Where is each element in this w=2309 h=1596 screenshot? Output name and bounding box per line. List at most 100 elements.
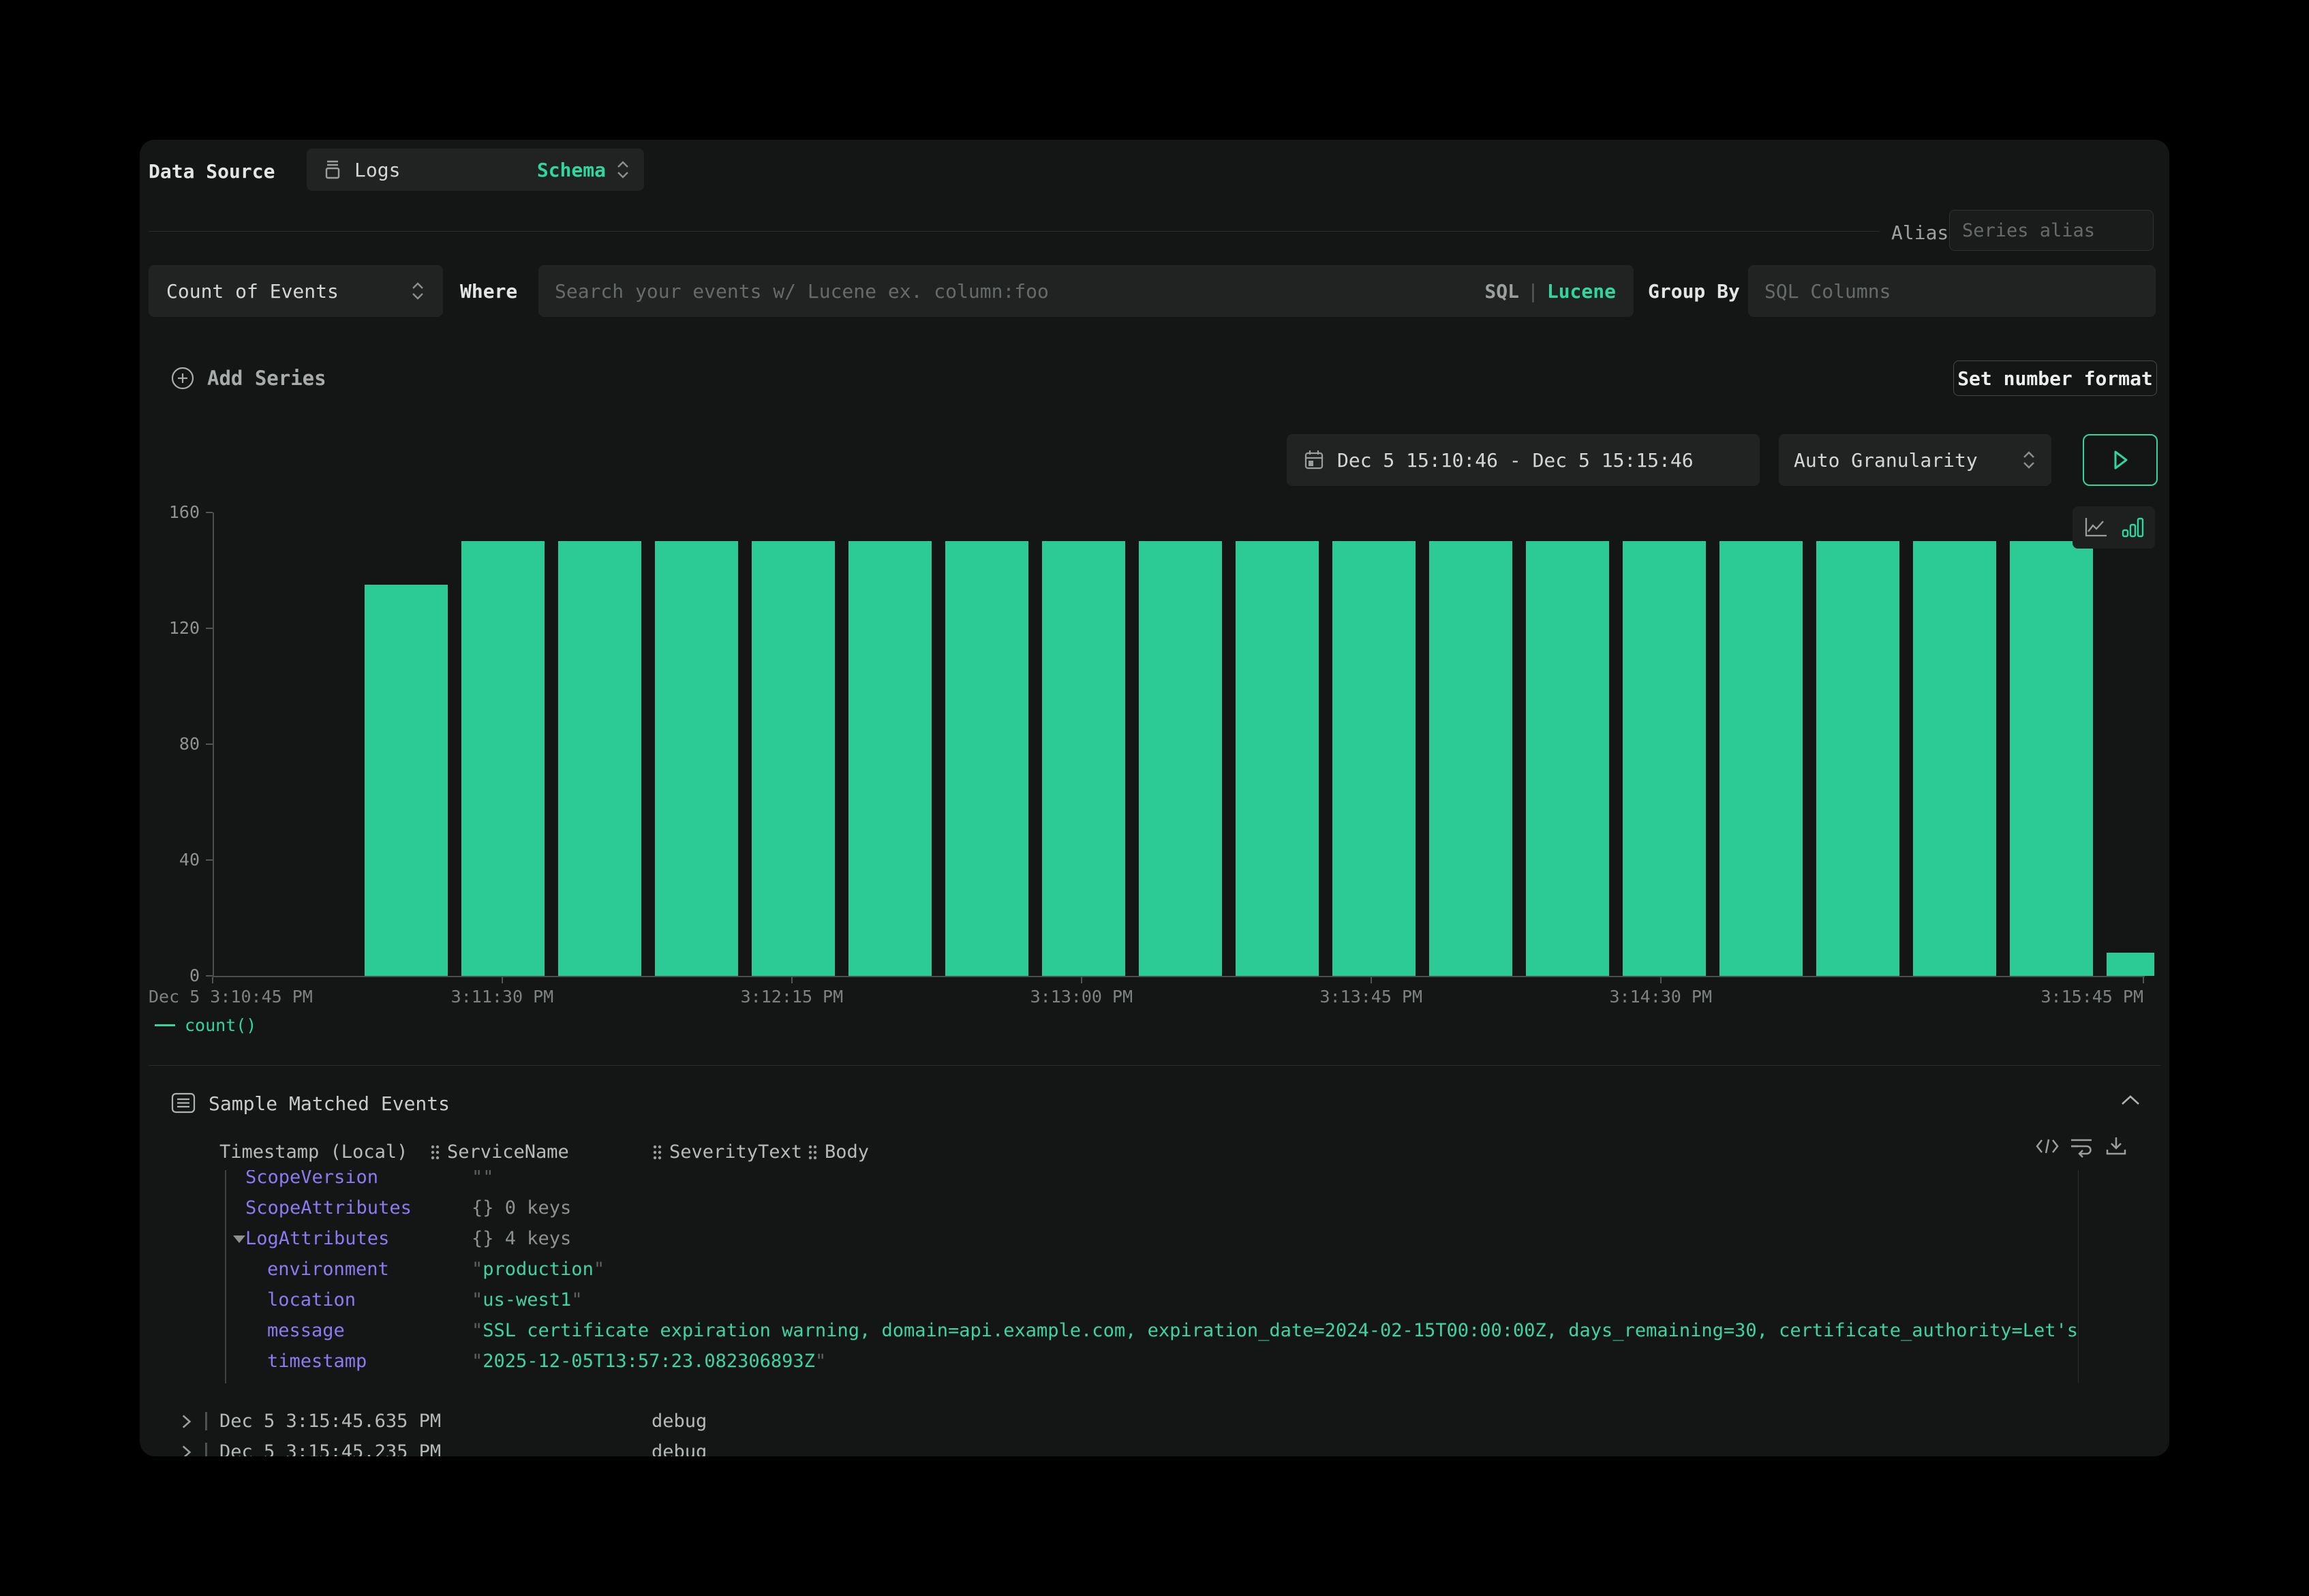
event-severity: debug — [652, 1437, 707, 1456]
download-icon[interactable] — [2104, 1135, 2128, 1158]
chart-bar[interactable] — [558, 541, 641, 976]
y-axis-tick-label: 40 — [140, 849, 200, 871]
chart-bar[interactable] — [2107, 953, 2154, 976]
drag-handle-icon[interactable] — [807, 1143, 818, 1162]
detail-key: ScopeAttributes — [245, 1193, 412, 1223]
expand-chevron-icon[interactable] — [179, 1413, 194, 1430]
chart-bar[interactable] — [1913, 541, 1996, 976]
detail-badge: {} 4 keys — [472, 1223, 571, 1254]
chart-bar[interactable] — [1332, 541, 1416, 976]
drag-handle-icon[interactable] — [652, 1143, 662, 1162]
chart-bar[interactable] — [1623, 541, 1706, 976]
y-axis-tick — [206, 628, 213, 629]
event-row[interactable]: Dec 5 3:15:45.235 PM debug — [140, 1437, 2169, 1456]
x-axis-tick — [1371, 977, 1372, 983]
chart-bar[interactable] — [1816, 541, 1899, 976]
x-axis-tick — [791, 977, 793, 983]
column-label: Body — [825, 1141, 869, 1163]
log-detail-row[interactable]: timestamp "2025-12-05T13:57:23.082306893Z… — [226, 1346, 2078, 1377]
chart-bar[interactable] — [1429, 541, 1512, 976]
chart-bar[interactable] — [2010, 541, 2093, 976]
detail-key: timestamp — [267, 1346, 367, 1377]
detail-value: "2025-12-05T13:57:23.082306893Z" — [472, 1346, 826, 1377]
bar-chart-icon[interactable] — [2120, 516, 2146, 539]
log-detail-rows: ScopeVersion""ScopeAttributes{} 0 keysLo… — [226, 1170, 2078, 1377]
severity-indicator — [205, 1443, 207, 1456]
y-axis-tick-label: 120 — [140, 617, 200, 639]
event-severity: debug — [652, 1406, 707, 1437]
x-axis-tick-label: 3:12:15 PM — [741, 987, 844, 1007]
events-divider — [149, 1065, 2160, 1066]
chart-bar[interactable] — [1526, 541, 1609, 976]
detail-key: LogAttributes — [245, 1223, 389, 1254]
wrap-text-icon[interactable] — [2068, 1135, 2094, 1158]
x-axis-tick-label: 3:13:45 PM — [1320, 987, 1423, 1007]
column-header-severitytext[interactable]: SeverityText — [652, 1141, 802, 1163]
detail-value: "production" — [472, 1254, 605, 1285]
log-detail-row[interactable]: ScopeVersion "" — [226, 1170, 2078, 1193]
detail-key: location — [267, 1285, 356, 1315]
detail-badge: {} 0 keys — [472, 1193, 571, 1223]
chart-bar[interactable] — [655, 541, 738, 976]
event-timestamp: Dec 5 3:15:45.635 PM — [219, 1406, 441, 1437]
log-detail-panel: ScopeVersion""ScopeAttributes{} 0 keysLo… — [225, 1170, 2079, 1383]
x-axis-tick-label: 3:13:00 PM — [1030, 987, 1133, 1007]
chart-bar[interactable] — [1139, 541, 1222, 976]
chart-bar[interactable] — [1719, 541, 1803, 976]
x-axis-tick-label: 3:11:30 PM — [451, 987, 554, 1007]
chart-bar[interactable] — [1236, 541, 1319, 976]
legend-series-name: count() — [185, 1015, 256, 1035]
chart-bar[interactable] — [752, 541, 835, 976]
log-detail-row[interactable]: environment "production" — [226, 1254, 2078, 1285]
line-chart-icon[interactable] — [2082, 515, 2109, 540]
chart-bar[interactable] — [1042, 541, 1125, 976]
code-view-icon[interactable] — [2034, 1135, 2060, 1158]
x-axis-tick — [212, 977, 213, 983]
log-detail-row[interactable]: ScopeAttributes {} 0 keys — [226, 1193, 2078, 1223]
detail-key: environment — [267, 1254, 389, 1285]
chart-bar[interactable] — [848, 541, 932, 976]
x-axis-tick — [1660, 977, 1662, 983]
column-header-servicename[interactable]: ServiceName — [429, 1141, 569, 1163]
chart-bar[interactable] — [945, 541, 1028, 976]
column-label: SeverityText — [669, 1141, 802, 1163]
x-axis-tick — [1081, 977, 1082, 983]
column-label: Timestamp (Local) — [219, 1141, 408, 1163]
event-rows: Dec 5 3:15:45.635 PMdebugDec 5 3:15:45.2… — [140, 1406, 2169, 1456]
log-detail-row[interactable]: location "us-west1" — [226, 1285, 2078, 1315]
log-detail-row[interactable]: message"SSL certificate expiration warni… — [226, 1315, 2078, 1346]
log-detail-row[interactable]: LogAttributes {} 4 keys — [226, 1223, 2078, 1254]
chart-legend[interactable]: count() — [155, 1015, 256, 1035]
x-axis-tick-label: Dec 5 3:10:45 PM — [149, 987, 313, 1007]
event-row[interactable]: Dec 5 3:15:45.635 PM debug — [140, 1406, 2169, 1437]
drag-handle-icon[interactable] — [429, 1143, 440, 1162]
y-axis-tick-label: 80 — [140, 733, 200, 755]
query-builder-panel: Data Source Logs Schema Alias Count of E… — [140, 140, 2169, 1456]
y-axis-line — [213, 512, 214, 977]
chart-bar[interactable] — [365, 585, 448, 976]
chart-type-toggle — [2073, 506, 2155, 549]
chart-bar[interactable] — [461, 541, 545, 976]
y-axis-tick-label: 0 — [140, 965, 200, 987]
detail-value: "SSL certificate expiration warning, dom… — [472, 1315, 2079, 1346]
y-axis-tick — [206, 512, 213, 513]
event-timestamp: Dec 5 3:15:45.235 PM — [219, 1437, 441, 1456]
x-axis-tick-label: 3:15:45 PM — [2040, 987, 2143, 1007]
y-axis-tick — [206, 859, 213, 861]
collapse-chevron-up-icon[interactable] — [2118, 1091, 2143, 1110]
x-axis-tick — [502, 977, 503, 983]
expand-chevron-icon[interactable] — [179, 1443, 194, 1456]
column-header-timestamp[interactable]: Timestamp (Local) — [219, 1141, 408, 1163]
sample-matched-events-title: Sample Matched Events — [209, 1092, 450, 1115]
column-label: ServiceName — [447, 1141, 569, 1163]
x-axis-tick-label: 3:14:30 PM — [1609, 987, 1712, 1007]
column-header-body[interactable]: Body — [807, 1141, 869, 1163]
y-axis-tick-label: 160 — [140, 502, 200, 523]
detail-key: ScopeVersion — [245, 1170, 378, 1193]
list-icon — [169, 1088, 198, 1117]
detail-value: "us-west1" — [472, 1285, 583, 1315]
detail-value: "" — [472, 1170, 494, 1193]
x-axis-tick — [2143, 977, 2144, 983]
expander-triangle-icon[interactable] — [233, 1236, 245, 1243]
severity-indicator — [205, 1412, 207, 1430]
